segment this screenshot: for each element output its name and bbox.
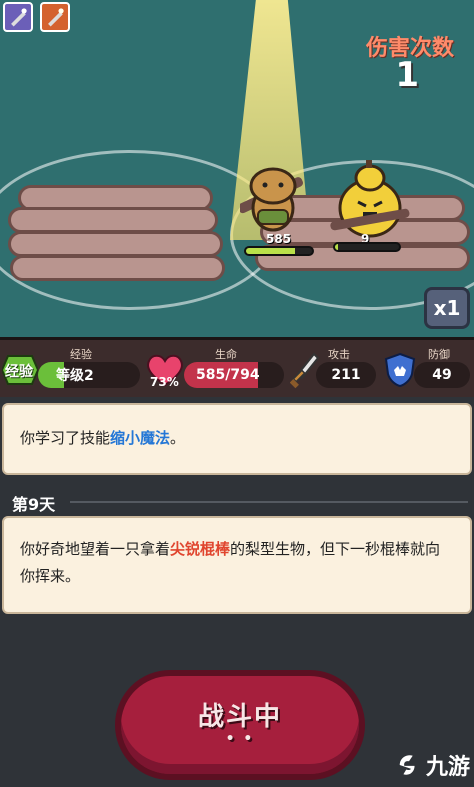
event-text-1: 你好奇地望着一只拿着: [20, 540, 171, 558]
skill-learned-card: 你学习了技能缩小魔法。: [2, 403, 472, 475]
damage-count-value: 1: [395, 55, 419, 95]
speed-toggle-button[interactable]: x1: [424, 287, 470, 329]
day-label: 第9天: [12, 495, 56, 514]
exp-bar: 等级2: [38, 362, 140, 388]
hp-title: 生命: [215, 348, 237, 361]
exp-badge: 经验: [0, 354, 40, 386]
skill-slot-1-icon[interactable]: [3, 2, 33, 32]
player-character: [237, 160, 310, 235]
watermark: 九游: [396, 749, 470, 781]
watermark-logo-icon: [399, 755, 415, 775]
learned-skill: 缩小魔法: [110, 429, 171, 447]
atk-value: 211: [331, 367, 361, 383]
def-title: 防御: [428, 348, 450, 361]
fight-button-dots: • •: [225, 730, 255, 747]
enemy-hp-bar: [333, 242, 401, 252]
hp-value: 585/794: [196, 367, 260, 383]
atk-box: 211: [316, 362, 376, 388]
fight-button[interactable]: 战斗中 • •: [115, 670, 365, 780]
hp-bar: 585/794: [184, 362, 284, 388]
enemy-character: [330, 160, 410, 240]
exp-title: 经验: [70, 348, 92, 361]
def-box: 49: [414, 362, 470, 388]
player-hp-fill: [246, 248, 295, 254]
player-hp-bar: [244, 246, 314, 256]
stat-bar: 经验 经验 等级2 生命 73% 585/794 攻击 211 防御 49: [0, 337, 474, 397]
shield-icon: [384, 352, 416, 388]
learned-prefix: 你学习了技能: [20, 429, 111, 447]
atk-title: 攻击: [328, 348, 350, 361]
day-divider: [70, 501, 468, 503]
battle-scene: 伤害次数 1 585 9 x1: [0, 0, 474, 337]
exp-badge-label: 经验: [5, 364, 33, 380]
player-hp-number: 585: [266, 232, 292, 246]
fight-button-label: 战斗中: [197, 702, 282, 732]
event-weapon: 尖锐棍棒: [170, 540, 231, 558]
enemy-hp-fill: [335, 244, 339, 250]
hp-percent: 73%: [150, 375, 179, 389]
def-value: 49: [432, 367, 452, 383]
level-value: 等级2: [56, 368, 94, 384]
watermark-text: 九游: [425, 755, 470, 780]
event-card: 你好奇地望着一只拿着尖锐棍棒的梨型生物，但下一秒棍棒就向你挥来。: [2, 516, 472, 614]
left-raft: [8, 185, 228, 285]
game-screen: { "battle": { "damage_count_label": "伤害次…: [0, 0, 474, 787]
learned-suffix: 。: [170, 429, 186, 447]
skill-slot-2-icon[interactable]: [40, 2, 70, 32]
